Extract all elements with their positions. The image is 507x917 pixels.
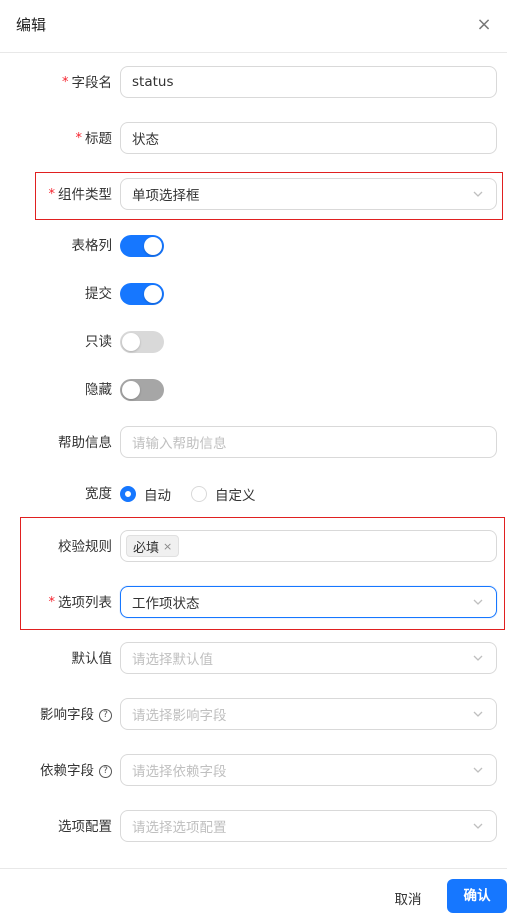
form-row-title: * 标题 状态 xyxy=(0,122,507,156)
dependent-fields-select[interactable]: 请选择依赖字段 xyxy=(120,754,497,786)
help-info-placeholder: 请输入帮助信息 xyxy=(132,436,227,452)
required-mark: * xyxy=(62,75,69,90)
required-mark: * xyxy=(48,595,56,610)
default-value-select[interactable]: 请选择默认值 xyxy=(120,642,497,674)
width-option-custom[interactable]: 自定义 xyxy=(191,484,256,504)
field-name-value: status xyxy=(132,74,174,90)
component-type-select[interactable]: 单项选择框 xyxy=(120,178,497,210)
chevron-down-icon xyxy=(472,708,484,720)
question-circle-icon[interactable]: ? xyxy=(99,708,112,722)
radio-dot xyxy=(120,486,136,502)
title-input[interactable]: 状态 xyxy=(120,122,497,154)
table-column-label: 表格列 xyxy=(71,238,113,254)
form-row-table-column: 表格列 xyxy=(0,229,507,263)
question-circle-icon[interactable]: ? xyxy=(99,764,112,778)
chevron-down-icon xyxy=(472,596,484,608)
form-row-validation-rules: 校验规则 必填 × xyxy=(0,530,507,564)
dialog-header: 编辑 × xyxy=(0,0,507,53)
width-label: 宽度 xyxy=(85,486,112,502)
submit-switch[interactable] xyxy=(120,283,164,305)
form-row-field-name: * 字段名 status xyxy=(0,66,507,100)
width-radio-group: 自动 自定义 xyxy=(120,477,276,511)
affected-fields-label-text: 影响字段 xyxy=(40,707,94,723)
hidden-label: 隐藏 xyxy=(85,382,112,398)
width-option-custom-label: 自定义 xyxy=(215,488,256,504)
width-option-auto[interactable]: 自动 xyxy=(120,484,171,504)
form-row-default-value: 默认值 请选择默认值 xyxy=(0,642,507,676)
chevron-down-icon xyxy=(472,188,484,200)
field-name-input[interactable]: status xyxy=(120,66,497,98)
switch-knob xyxy=(144,237,162,255)
option-config-placeholder: 请选择选项配置 xyxy=(132,820,227,836)
option-config-select[interactable]: 请选择选项配置 xyxy=(120,810,497,842)
readonly-switch[interactable] xyxy=(120,331,164,353)
affected-fields-label: 影响字段 ? xyxy=(40,698,112,732)
hidden-switch[interactable] xyxy=(120,379,164,401)
title-value: 状态 xyxy=(132,132,159,148)
required-mark: * xyxy=(48,187,56,202)
switch-knob xyxy=(122,333,140,351)
required-mark: * xyxy=(75,131,83,146)
field-name-label-text: 字段名 xyxy=(71,75,113,91)
title-label-text: 标题 xyxy=(85,131,112,147)
form-row-help-info: 帮助信息 请输入帮助信息 xyxy=(0,426,507,460)
form-row-hidden: 隐藏 xyxy=(0,373,507,407)
default-value-placeholder: 请选择默认值 xyxy=(132,652,213,668)
option-list-select[interactable]: 工作项状态 xyxy=(120,586,497,618)
default-value-label: 默认值 xyxy=(71,651,113,667)
validation-tag: 必填 × xyxy=(126,535,180,557)
confirm-button[interactable]: 确认 xyxy=(447,879,507,913)
dependent-fields-label-text: 依赖字段 xyxy=(40,763,94,779)
affected-fields-placeholder: 请选择影响字段 xyxy=(132,708,227,724)
form-row-option-list: * 选项列表 工作项状态 xyxy=(0,586,507,620)
dialog-footer: 取消 确认 xyxy=(0,868,507,917)
dependent-fields-placeholder: 请选择依赖字段 xyxy=(132,764,227,780)
switch-knob xyxy=(122,381,140,399)
field-name-label: * 字段名 xyxy=(62,66,112,100)
validation-rules-select[interactable]: 必填 × xyxy=(120,530,497,562)
tag-close-icon[interactable]: × xyxy=(163,540,172,553)
chevron-down-icon xyxy=(472,652,484,664)
dialog-title: 编辑 xyxy=(16,16,47,34)
validation-tag-text: 必填 xyxy=(133,540,160,556)
form-row-width: 宽度 自动 自定义 xyxy=(0,477,507,511)
close-icon[interactable]: × xyxy=(473,13,495,35)
component-type-label: * 组件类型 xyxy=(49,178,113,212)
help-info-label: 帮助信息 xyxy=(58,435,112,451)
chevron-down-icon xyxy=(472,820,484,832)
help-info-input[interactable]: 请输入帮助信息 xyxy=(120,426,497,458)
dependent-fields-label: 依赖字段 ? xyxy=(40,754,112,788)
switch-knob xyxy=(144,285,162,303)
component-type-label-text: 组件类型 xyxy=(58,187,112,203)
option-config-label: 选项配置 xyxy=(58,819,112,835)
form-row-option-config: 选项配置 请选择选项配置 xyxy=(0,810,507,844)
form-row-submit: 提交 xyxy=(0,277,507,311)
form-row-dependent-fields: 依赖字段 ? 请选择依赖字段 xyxy=(0,754,507,788)
form-row-component-type: * 组件类型 单项选择框 xyxy=(0,178,507,212)
title-label: * 标题 xyxy=(76,122,113,156)
width-option-auto-label: 自动 xyxy=(144,488,171,504)
affected-fields-select[interactable]: 请选择影响字段 xyxy=(120,698,497,730)
option-list-label-text: 选项列表 xyxy=(58,595,112,611)
option-list-value: 工作项状态 xyxy=(132,596,200,612)
table-column-switch[interactable] xyxy=(120,235,164,257)
form-row-readonly: 只读 xyxy=(0,325,507,359)
component-type-value: 单项选择框 xyxy=(132,188,200,204)
cancel-button[interactable]: 取消 xyxy=(384,885,432,915)
validation-rules-label: 校验规则 xyxy=(58,539,112,555)
chevron-down-icon xyxy=(472,764,484,776)
form-row-affected-fields: 影响字段 ? 请选择影响字段 xyxy=(0,698,507,732)
radio-dot xyxy=(191,486,207,502)
submit-label: 提交 xyxy=(85,286,112,302)
readonly-label: 只读 xyxy=(85,334,112,350)
option-list-label: * 选项列表 xyxy=(49,586,113,620)
